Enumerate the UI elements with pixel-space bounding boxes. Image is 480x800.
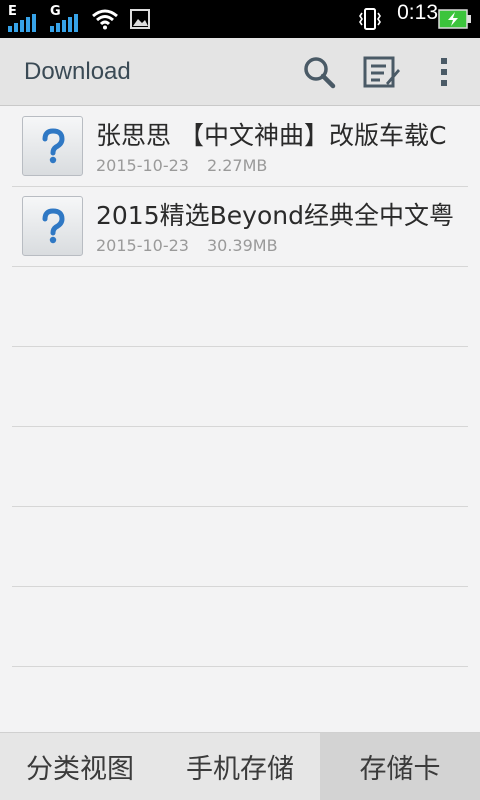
image-notification-icon bbox=[130, 9, 150, 29]
search-icon bbox=[304, 57, 336, 89]
signal-icon bbox=[50, 14, 78, 32]
file-size: 2.27MB bbox=[206, 156, 268, 175]
unknown-file-icon bbox=[22, 116, 83, 176]
overflow-menu-icon bbox=[441, 58, 447, 86]
clock: 0:13 bbox=[397, 1, 438, 24]
file-name: 张思思 【中文神曲】改版车载C bbox=[96, 121, 447, 150]
divider bbox=[12, 266, 468, 267]
list-item[interactable]: 张思思 【中文神曲】改版车载C 2015-10-23 2.27MB bbox=[0, 106, 480, 186]
file-date: 2015-10-23 bbox=[96, 236, 189, 255]
vibrate-icon bbox=[359, 8, 381, 30]
list-item[interactable]: 2015精选Beyond经典全中文粤 2015-10-23 30.39MB bbox=[0, 186, 480, 266]
search-button[interactable] bbox=[297, 50, 341, 94]
divider bbox=[12, 426, 468, 427]
status-bar: E G 0:13 bbox=[0, 0, 480, 38]
tab-phone-storage[interactable]: 手机存储 bbox=[160, 733, 320, 800]
overflow-menu-button[interactable] bbox=[422, 50, 466, 94]
file-meta: 2015-10-23 2.27MB bbox=[96, 156, 267, 175]
unknown-file-icon bbox=[22, 196, 83, 256]
wifi-icon bbox=[92, 9, 118, 30]
tab-category-view[interactable]: 分类视图 bbox=[0, 733, 160, 800]
tab-sd-card[interactable]: 存储卡 bbox=[320, 733, 480, 800]
file-size: 30.39MB bbox=[206, 236, 278, 255]
edit-list-button[interactable] bbox=[360, 50, 404, 94]
signal-icon bbox=[8, 14, 36, 32]
file-meta: 2015-10-23 30.39MB bbox=[96, 236, 278, 255]
battery-charging-icon bbox=[438, 9, 471, 29]
divider bbox=[12, 346, 468, 347]
file-name: 2015精选Beyond经典全中文粤 bbox=[96, 201, 454, 230]
divider bbox=[12, 506, 468, 507]
bottom-tab-bar: 分类视图 手机存储 存储卡 bbox=[0, 732, 480, 800]
page-title: Download bbox=[24, 58, 131, 85]
edit-list-icon bbox=[363, 56, 400, 88]
file-list: 张思思 【中文神曲】改版车载C 2015-10-23 2.27MB 2015精选B… bbox=[0, 106, 480, 732]
file-date: 2015-10-23 bbox=[96, 156, 189, 175]
divider bbox=[12, 666, 468, 667]
divider bbox=[12, 586, 468, 587]
action-bar: Download bbox=[0, 38, 480, 106]
